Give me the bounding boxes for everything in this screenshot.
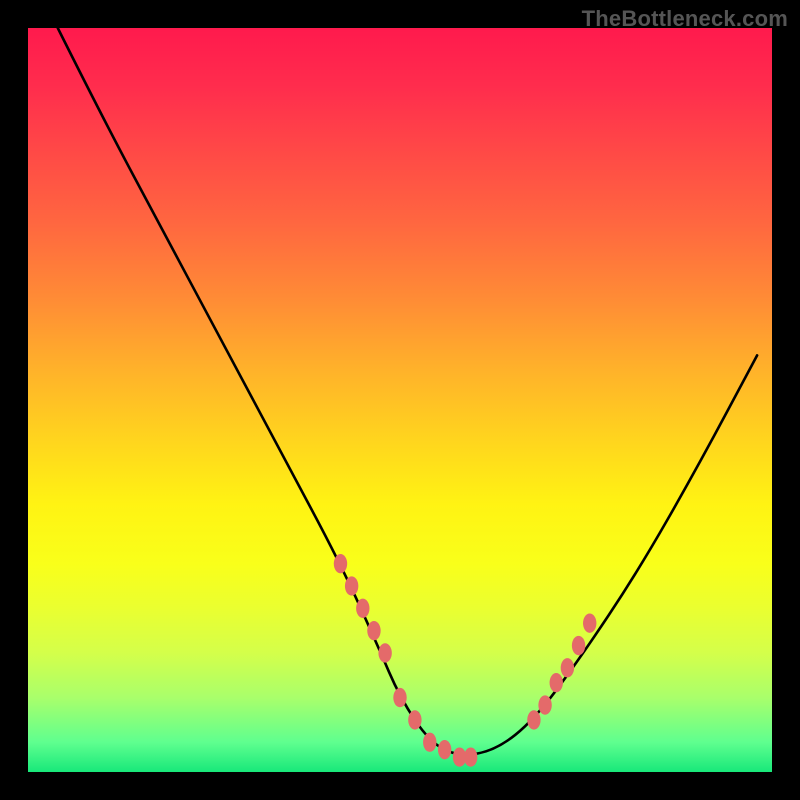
- highlight-dot: [345, 576, 358, 595]
- watermark-text: TheBottleneck.com: [582, 6, 788, 32]
- highlight-dot: [561, 658, 574, 677]
- highlight-dots-left: [334, 554, 478, 767]
- highlight-dot: [356, 599, 369, 618]
- highlight-dot: [393, 688, 406, 707]
- bottleneck-curve-path: [58, 28, 757, 755]
- highlight-dot: [550, 673, 563, 692]
- highlight-dot: [583, 614, 596, 633]
- highlight-dot: [367, 621, 380, 640]
- highlight-dot: [423, 733, 436, 752]
- chart-frame: TheBottleneck.com: [0, 0, 800, 800]
- highlight-dot: [378, 643, 391, 662]
- highlight-dot: [408, 710, 421, 729]
- highlight-dots-right: [527, 614, 596, 730]
- highlight-dot: [572, 636, 585, 655]
- highlight-dot: [538, 695, 551, 714]
- highlight-dot: [438, 740, 451, 759]
- plot-area: [28, 28, 772, 772]
- highlight-dot: [464, 747, 477, 766]
- highlight-dot: [334, 554, 347, 573]
- curve-svg: [28, 28, 772, 772]
- highlight-dot: [527, 710, 540, 729]
